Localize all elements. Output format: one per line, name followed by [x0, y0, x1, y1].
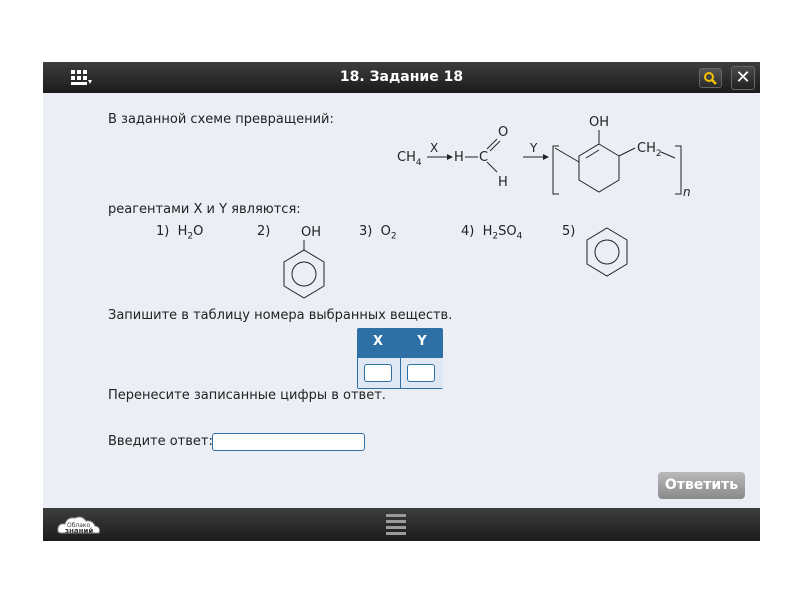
option-2: 2) [257, 224, 271, 239]
menu-handle-icon[interactable] [386, 512, 406, 536]
polymer-n: n [683, 185, 691, 196]
arrow-x-label: X [430, 141, 438, 155]
close-icon: ✕ [735, 67, 751, 88]
option-4: 4) H2SO4 [461, 224, 523, 242]
reaction-scheme: CH4 X H C O H Y OH CH2 n [397, 115, 691, 196]
svg-text:знаний: знаний [65, 527, 93, 535]
transfer-instruction: Перенесите записанные цифры в ответ. [108, 388, 386, 403]
grid-menu-icon[interactable] [69, 68, 93, 88]
answer-input[interactable] [212, 433, 365, 451]
intro-text: В заданной схеме превращений: [108, 112, 334, 127]
oblako-znaniy-logo: Облако знаний [55, 511, 103, 539]
table-cell-x [358, 358, 400, 388]
phenol-oh: OH [589, 115, 609, 130]
bottom-bar: Облако знаний [43, 508, 760, 541]
aldehyde-c: C [479, 150, 488, 165]
search-icon [704, 72, 717, 85]
svg-text:OH: OH [301, 225, 321, 240]
window-title: 18. Задание 18 [339, 69, 464, 85]
submit-button[interactable]: Ответить [658, 472, 745, 499]
title-bar: 18. Задание 18 ✕ [43, 62, 760, 93]
option-3: 3) O2 [359, 224, 397, 242]
option-5: 5) [562, 224, 576, 239]
ch2-label: CH2 [637, 141, 662, 159]
search-button[interactable] [699, 68, 722, 88]
table-cell-y [401, 358, 443, 388]
benzene-option-structure [586, 227, 628, 277]
close-button[interactable]: ✕ [731, 66, 755, 90]
app-window: 18. Задание 18 ✕ В заданной схеме превра… [43, 62, 760, 541]
table-instruction: Запишите в таблицу номера выбранных веще… [108, 308, 453, 323]
aldehyde-h-bottom: H [498, 175, 508, 190]
phenol-option-structure: OH [283, 225, 325, 299]
answer-label: Введите ответ: [108, 434, 213, 449]
aldehyde-o: O [498, 125, 508, 140]
answer-table: X Y [357, 328, 443, 389]
table-header-x: X [372, 334, 384, 349]
input-y[interactable] [407, 364, 435, 382]
reagents-prompt: реагентами X и Y являются: [108, 202, 301, 217]
scheme-ch4: CH4 [397, 150, 422, 168]
table-header-y: Y [417, 334, 427, 349]
option-1: 1) H2O [156, 224, 204, 242]
input-x[interactable] [364, 364, 392, 382]
arrow-y-label: Y [529, 141, 538, 155]
aldehyde-h: H [454, 150, 464, 165]
